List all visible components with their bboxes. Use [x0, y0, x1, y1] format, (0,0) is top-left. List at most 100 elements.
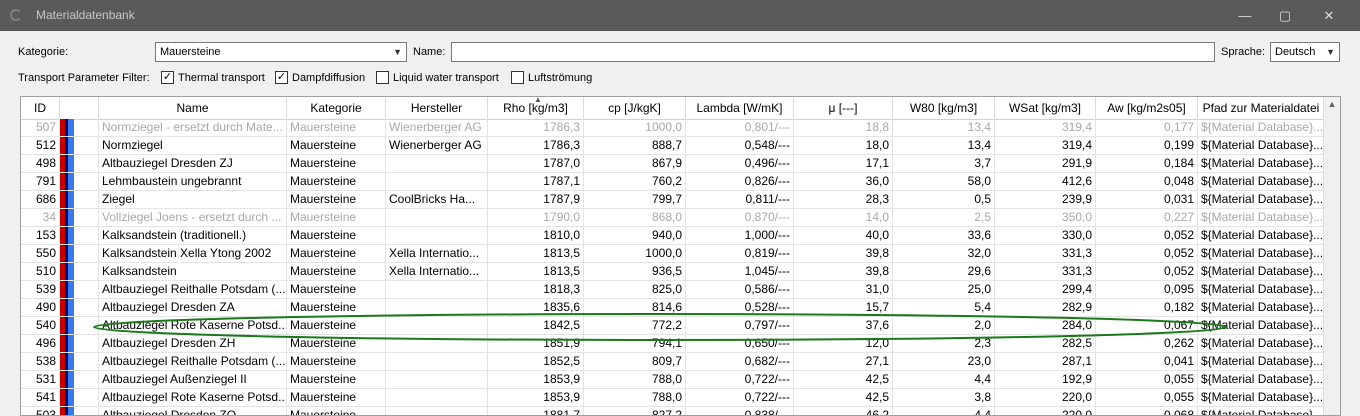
cell-wsat: 350,0: [995, 209, 1096, 227]
cell-cp: 827,2: [584, 407, 686, 415]
cell-lambda: 0,870/---: [686, 209, 794, 227]
table-row[interactable]: 791 Lehmbaustein ungebrannt Mauersteine 178…: [21, 173, 1325, 191]
table-row[interactable]: 531 Altbauziegel Außenziegel II Mauerstein…: [21, 371, 1325, 389]
material-color-swatch: [60, 227, 99, 245]
scroll-up-icon[interactable]: ▲: [1324, 99, 1340, 115]
table-row[interactable]: 153 Kalksandstein (traditionell.) Mauerste…: [21, 227, 1325, 245]
cell-lambda: 0,586/---: [686, 281, 794, 299]
cell-w80: 4,4: [893, 371, 995, 389]
header-col-pfad[interactable]: Pfad zur Materialdatei: [1198, 97, 1325, 119]
cell-pfad: ${Material Database}...: [1198, 119, 1325, 137]
cell-hersteller: [386, 155, 488, 173]
table-row[interactable]: 539 Altbauziegel Reithalle Potsdam (... Ma…: [21, 281, 1325, 299]
header-col-w80[interactable]: W80 [kg/m3]: [893, 97, 995, 119]
cell-w80: 3,7: [893, 155, 995, 173]
header-col-id[interactable]: ID: [21, 97, 60, 119]
swatch-band: [68, 155, 74, 172]
cell-pfad: ${Material Database}...: [1198, 245, 1325, 263]
cell-kategorie: Mauersteine: [287, 209, 386, 227]
vertical-scrollbar[interactable]: ▲: [1323, 97, 1340, 415]
cell-wsat: 330,0: [995, 227, 1096, 245]
cell-wsat: 412,6: [995, 173, 1096, 191]
table-row[interactable]: 510 Kalksandstein Mauersteine Xella Interna…: [21, 263, 1325, 281]
header-col-kategorie[interactable]: Kategorie: [287, 97, 386, 119]
cell-wsat: 291,9: [995, 155, 1096, 173]
cell-mu: 39,8: [794, 263, 893, 281]
header-col-cp[interactable]: cp [J/kgK]: [584, 97, 686, 119]
table-row[interactable]: 686 Ziegel Mauersteine CoolBricks Ha... 1787…: [21, 191, 1325, 209]
cell-hersteller: Xella Internatio...: [386, 245, 488, 263]
cell-w80: 2,5: [893, 209, 995, 227]
cell-w80: 2,3: [893, 335, 995, 353]
kategorie-combobox[interactable]: Mauersteine ▼: [155, 42, 407, 62]
swatch-band: [68, 281, 74, 298]
cell-id: 791: [21, 173, 60, 191]
material-table[interactable]: ID Name Kategorie Hersteller Rho [kg/m3] cp […: [20, 96, 1341, 416]
swatch-band: [68, 119, 74, 136]
cell-w80: 23,0: [893, 353, 995, 371]
cell-hersteller: [386, 407, 488, 415]
luftstroemung-checkbox[interactable]: [511, 71, 524, 84]
cell-mu: 36,0: [794, 173, 893, 191]
cell-id: 686: [21, 191, 60, 209]
cell-rho: 1790,0: [488, 209, 584, 227]
title-bar: Materialdatenbank — ▢ ✕: [0, 0, 1360, 31]
name-input[interactable]: [451, 42, 1215, 62]
thermal-transport-label: Thermal transport: [178, 72, 265, 84]
cell-mu: 18,0: [794, 137, 893, 155]
table-row[interactable]: 540 Altbauziegel Rote Kaserne Potsd... Mau…: [21, 317, 1325, 335]
header-col-lambda[interactable]: Lambda [W/mK]: [686, 97, 794, 119]
thermal-transport-checkbox[interactable]: ✓: [161, 71, 174, 84]
cell-aw: 0,262: [1096, 335, 1198, 353]
header-col-color[interactable]: [60, 97, 99, 119]
sprache-combobox[interactable]: Deutsch ▼: [1270, 42, 1340, 62]
cell-id: 550: [21, 245, 60, 263]
cell-lambda: 1,000/---: [686, 227, 794, 245]
header-col-name[interactable]: Name: [99, 97, 287, 119]
cell-kategorie: Mauersteine: [287, 371, 386, 389]
maximize-button[interactable]: ▢: [1262, 0, 1308, 31]
table-row[interactable]: 512 Normziegel Mauersteine Wienerberger AG 1…: [21, 137, 1325, 155]
table-row[interactable]: 550 Kalksandstein Xella Ytong 2002 Mauerst…: [21, 245, 1325, 263]
table-row[interactable]: 507 Normziegel - ersetzt durch Mate... Mau…: [21, 119, 1325, 137]
header-col-hersteller[interactable]: Hersteller: [386, 97, 488, 119]
cell-id: 496: [21, 335, 60, 353]
header-col-mu[interactable]: μ [---]: [794, 97, 893, 119]
cell-id: 503: [21, 407, 60, 415]
table-row[interactable]: 34 Vollziegel Joens - ersetzt durch ... Ma…: [21, 209, 1325, 227]
swatch-band: [68, 245, 74, 262]
cell-pfad: ${Material Database}...: [1198, 191, 1325, 209]
table-row[interactable]: 541 Altbauziegel Rote Kaserne Potsd... Mau…: [21, 389, 1325, 407]
cell-hersteller: [386, 281, 488, 299]
swatch-band: [68, 137, 74, 154]
cell-id: 538: [21, 353, 60, 371]
cell-mu: 17,1: [794, 155, 893, 173]
table-row[interactable]: 498 Altbauziegel Dresden ZJ Mauersteine 178…: [21, 155, 1325, 173]
cell-wsat: 284,0: [995, 317, 1096, 335]
cell-lambda: 0,826/---: [686, 173, 794, 191]
name-label: Name:: [413, 46, 446, 58]
header-col-aw[interactable]: Aw [kg/m2s05]: [1096, 97, 1198, 119]
cell-cp: 809,7: [584, 353, 686, 371]
cell-aw: 0,052: [1096, 245, 1198, 263]
cell-kategorie: Mauersteine: [287, 173, 386, 191]
cell-name: Altbauziegel Reithalle Potsdam (...: [99, 281, 287, 299]
cell-mu: 15,7: [794, 299, 893, 317]
cell-kategorie: Mauersteine: [287, 245, 386, 263]
table-row[interactable]: 503 Altbauziegel Dresden ZO Mauersteine 188…: [21, 407, 1325, 415]
cell-hersteller: CoolBricks Ha...: [386, 191, 488, 209]
dampfdiffusion-checkbox[interactable]: ✓: [275, 71, 288, 84]
close-button[interactable]: ✕: [1306, 0, 1352, 31]
material-color-swatch: [60, 155, 99, 173]
cell-mu: 46,2: [794, 407, 893, 415]
header-col-wsat[interactable]: WSat [kg/m3]: [995, 97, 1096, 119]
table-row[interactable]: 496 Altbauziegel Dresden ZH Mauersteine 185…: [21, 335, 1325, 353]
cell-lambda: 0,496/---: [686, 155, 794, 173]
liquid-water-checkbox[interactable]: [376, 71, 389, 84]
kategorie-label: Kategorie:: [18, 46, 69, 58]
cell-aw: 0,055: [1096, 389, 1198, 407]
cell-aw: 0,227: [1096, 209, 1198, 227]
table-row[interactable]: 538 Altbauziegel Reithalle Potsdam (... Ma…: [21, 353, 1325, 371]
cell-mu: 12,0: [794, 335, 893, 353]
table-row[interactable]: 490 Altbauziegel Dresden ZA Mauersteine 183…: [21, 299, 1325, 317]
